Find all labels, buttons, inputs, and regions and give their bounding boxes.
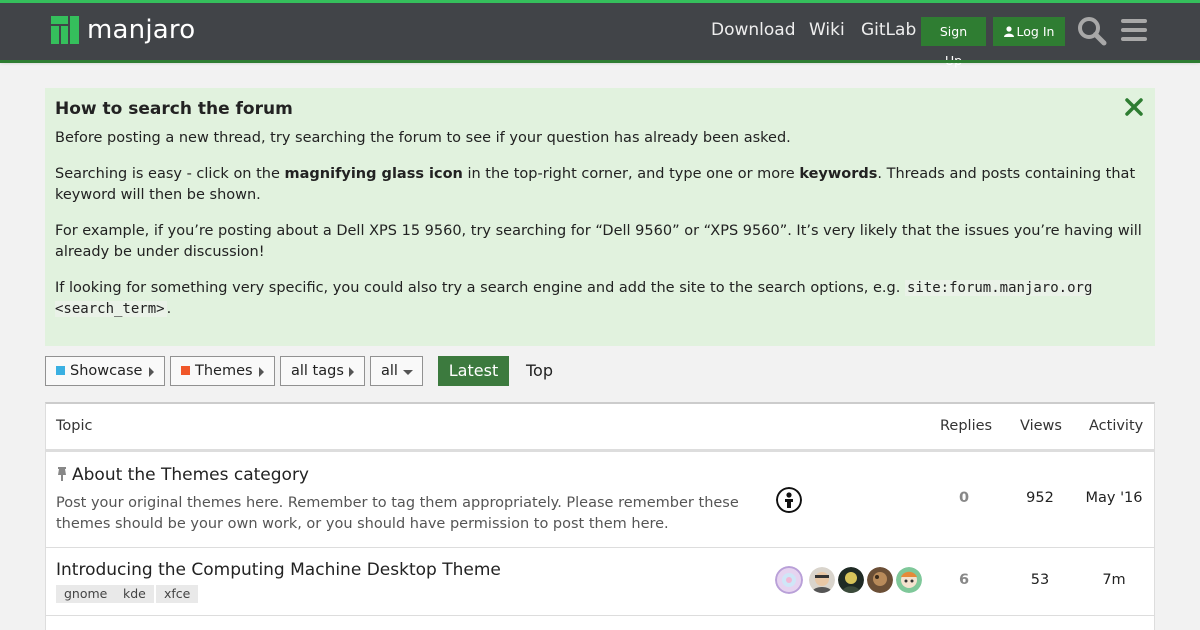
manjaro-logo-icon — [51, 16, 79, 44]
banner-paragraph-4: If looking for something very specific, … — [55, 280, 1093, 317]
site-header: manjaro Download Wiki GitLab Sign Up Log… — [0, 0, 1200, 68]
replies-count: 0 — [958, 490, 970, 506]
tag-gnome[interactable]: gnome — [56, 585, 116, 603]
column-header-topic[interactable]: Topic — [56, 404, 92, 450]
avatar[interactable] — [776, 487, 802, 513]
tab-latest[interactable]: Latest — [438, 356, 509, 386]
column-header-activity[interactable]: Activity — [1089, 404, 1143, 450]
tag-xfce[interactable]: xfce — [156, 585, 199, 603]
banner-paragraph-3: For example, if you’re posting about a D… — [55, 223, 1142, 260]
table-row — [46, 617, 1154, 630]
signup-label: Sign Up — [939, 24, 968, 68]
views-count: 952 — [1026, 490, 1054, 506]
close-icon[interactable] — [1125, 98, 1143, 116]
banner-title: How to search the forum — [55, 99, 293, 119]
tag-kde[interactable]: kde — [115, 585, 154, 603]
tab-top[interactable]: Top — [526, 356, 553, 386]
caret-right-icon — [149, 367, 154, 377]
table-row: About the Themes category Post your orig… — [46, 452, 1154, 548]
column-header-views[interactable]: Views — [1020, 404, 1062, 450]
banner-paragraph-1: Before posting a new thread, try searchi… — [55, 130, 791, 146]
table-row: Introducing the Computing Machine Deskto… — [46, 549, 1154, 616]
hamburger-menu-icon[interactable] — [1121, 18, 1147, 42]
topic-list: Topic Replies Views Activity About the T… — [45, 402, 1155, 630]
avatar[interactable] — [896, 567, 922, 593]
topic-excerpt: Post your original themes here. Remember… — [56, 495, 739, 532]
search-icon[interactable] — [1077, 16, 1107, 46]
nav-download[interactable]: Download — [711, 19, 796, 41]
avatar[interactable] — [838, 567, 864, 593]
category-dropdown-showcase[interactable]: Showcase — [45, 356, 165, 386]
subcategory-dropdown-themes[interactable]: Themes — [170, 356, 275, 386]
activity-time[interactable]: May '16 — [1084, 490, 1144, 506]
scope-dropdown[interactable]: all — [370, 356, 423, 386]
nav-wiki[interactable]: Wiki — [809, 19, 845, 41]
signup-button[interactable]: Sign Up — [921, 17, 986, 68]
avatar[interactable] — [809, 567, 835, 593]
views-count: 53 — [1030, 572, 1050, 588]
avatar[interactable] — [775, 566, 803, 594]
caret-down-icon — [403, 370, 413, 375]
replies-count: 6 — [958, 572, 970, 588]
caret-right-icon — [259, 367, 264, 377]
manjaro-logo[interactable]: manjaro — [51, 15, 195, 45]
login-label: Log In — [1016, 24, 1055, 39]
tags-dropdown[interactable]: all tags — [280, 356, 365, 386]
pin-icon — [58, 467, 66, 481]
banner-paragraph-2: Searching is easy - click on the magnify… — [55, 166, 1136, 203]
search-help-banner: How to search the forum Before posting a… — [45, 88, 1155, 346]
activity-time[interactable]: 7m — [1084, 572, 1144, 588]
category-color-swatch — [181, 366, 190, 375]
caret-right-icon — [349, 367, 354, 377]
topic-title-link[interactable]: Introducing the Computing Machine Deskto… — [56, 559, 501, 581]
login-button[interactable]: Log In — [993, 17, 1065, 46]
category-color-swatch — [56, 366, 65, 375]
logo-text: manjaro — [87, 15, 196, 45]
column-header-replies[interactable]: Replies — [940, 404, 992, 450]
user-icon — [1003, 26, 1014, 37]
topic-title-link[interactable]: About the Themes category — [56, 464, 309, 486]
avatar[interactable] — [867, 567, 893, 593]
nav-gitlab[interactable]: GitLab — [861, 19, 916, 41]
